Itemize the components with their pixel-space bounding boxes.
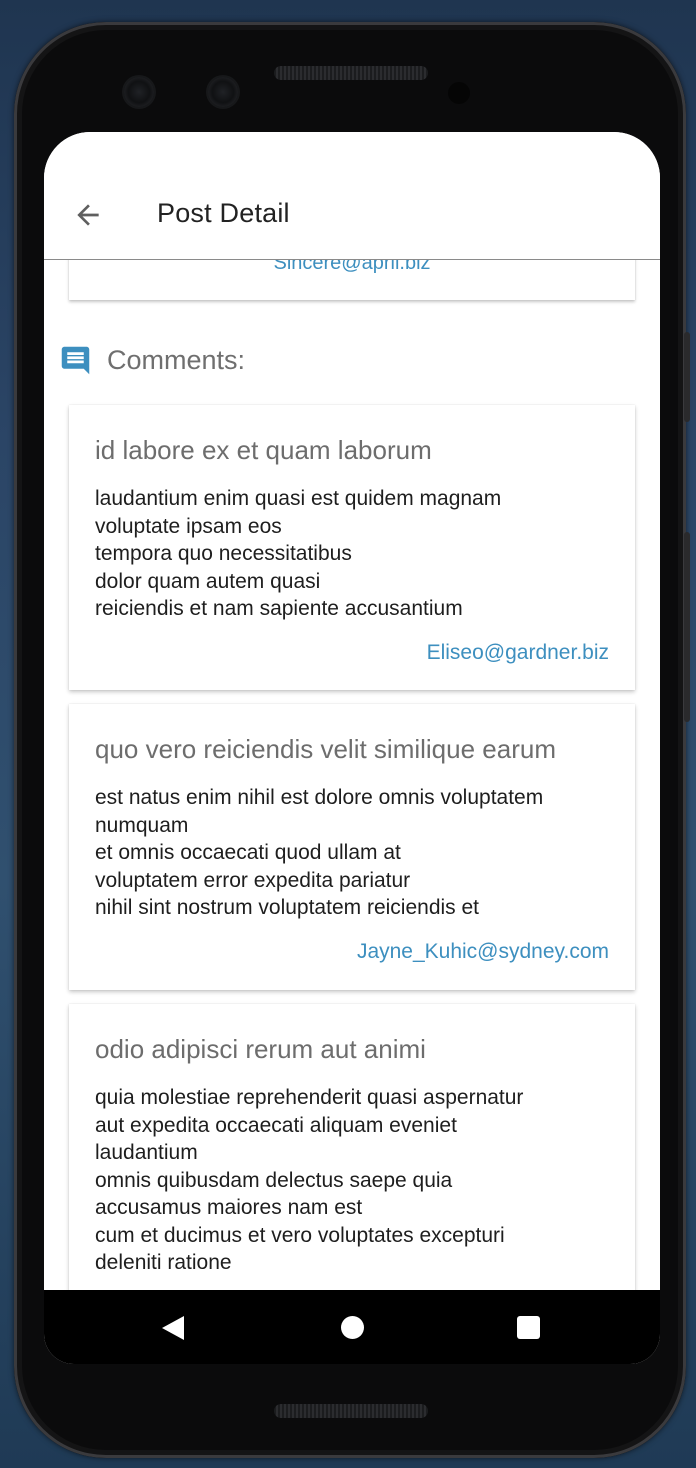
nav-recents-icon[interactable] [517,1316,540,1339]
volume-button [684,532,690,722]
comment-card[interactable]: odio adipisci rerum aut animi quia moles… [69,1004,635,1290]
post-author-card: Sincere@april.biz [69,260,635,300]
nav-home-icon[interactable] [341,1316,364,1339]
comments-header: Comments: [59,342,245,378]
app-screen: Post Detail Sincere@april.biz Comments: … [44,132,660,1364]
page-title: Post Detail [157,198,290,228]
comment-title: quo vero reiciendis velit similique earu… [95,734,556,764]
earpiece-speaker [274,66,428,80]
comment-title: odio adipisci rerum aut animi [95,1034,426,1064]
comment-title: id labore ex et quam laborum [95,435,432,465]
app-bar: Post Detail [44,132,660,260]
bottom-speaker [274,1404,428,1418]
comment-icon [61,346,90,374]
arrow-back-icon[interactable] [72,199,104,231]
power-button [684,332,690,422]
comment-body: est natus enim nihil est dolore omnis vo… [95,786,544,919]
comment-card[interactable]: quo vero reiciendis velit similique earu… [69,704,635,990]
comments-label: Comments: [107,344,246,375]
post-detail-scroll[interactable]: Sincere@april.biz Comments: id labore ex… [44,260,660,1290]
front-camera-icon [208,77,238,107]
proximity-sensor [448,82,470,104]
post-author-email[interactable]: Sincere@april.biz [69,260,635,275]
nav-back-icon[interactable] [162,1316,184,1340]
comment-email[interactable]: Jayne_Kuhic@sydney.com [95,940,609,964]
comment-card[interactable]: id labore ex et quam laborum laudantium … [69,405,635,690]
comment-body: quia molestiae reprehenderit quasi asper… [95,1086,524,1274]
front-camera-icon [124,77,154,107]
comment-body: laudantium enim quasi est quidem magnam … [95,487,502,620]
phone-frame: Post Detail Sincere@april.biz Comments: … [14,22,690,1458]
comment-email[interactable]: Eliseo@gardner.biz [95,641,609,665]
system-navigation-bar [44,1290,660,1364]
